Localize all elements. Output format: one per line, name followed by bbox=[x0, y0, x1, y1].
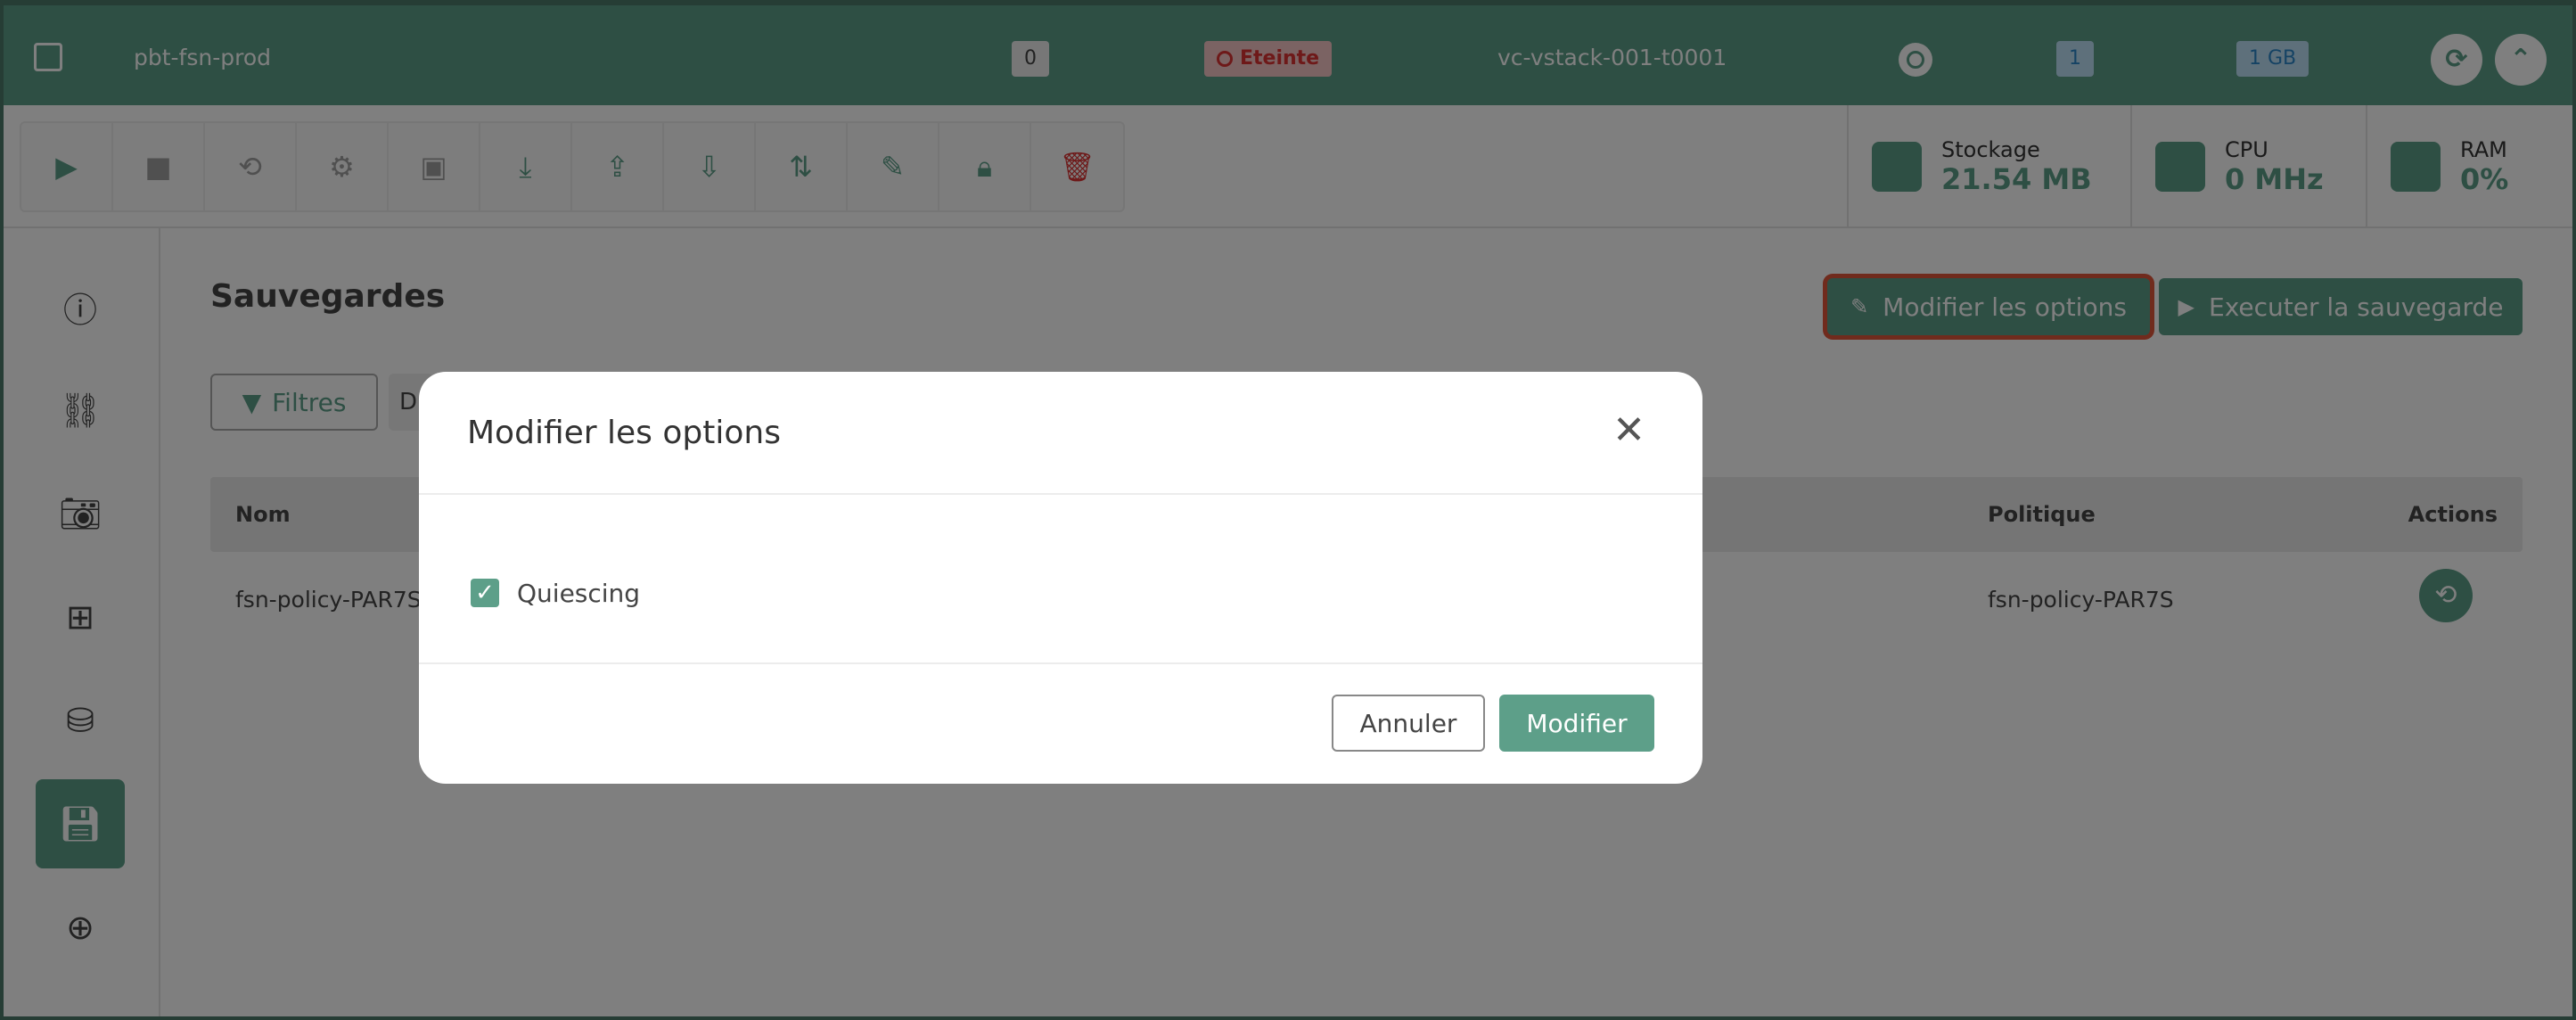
dialog-title: Modifier les options bbox=[467, 415, 781, 451]
quiescing-checkbox[interactable]: ✓ bbox=[471, 579, 499, 607]
checkmark-icon: ✓ bbox=[475, 580, 495, 606]
cancel-button[interactable]: Annuler bbox=[1332, 695, 1485, 752]
close-button[interactable]: ✕ bbox=[1612, 411, 1645, 450]
dialog-divider bbox=[419, 493, 1702, 495]
modify-options-dialog: Modifier les options ✕ ✓ Quiescing Annul… bbox=[419, 372, 1702, 784]
dialog-divider bbox=[419, 662, 1702, 664]
submit-button[interactable]: Modifier bbox=[1499, 695, 1654, 752]
close-icon: ✕ bbox=[1612, 407, 1645, 453]
quiescing-label: Quiescing bbox=[517, 579, 641, 608]
